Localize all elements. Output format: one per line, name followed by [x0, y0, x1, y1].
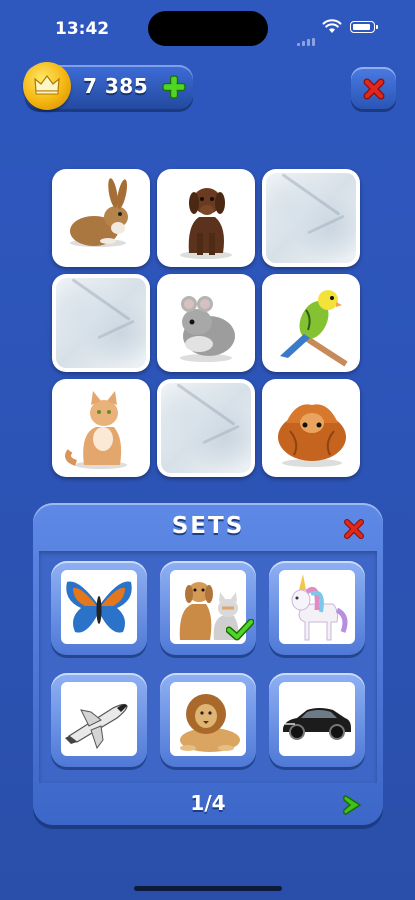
page-indicator: 1/4 — [190, 791, 226, 815]
card-hidden[interactable] — [262, 169, 360, 267]
card-cat[interactable] — [52, 379, 150, 477]
card-chinchilla[interactable] — [157, 274, 255, 372]
close-icon — [363, 78, 385, 100]
butterfly-image — [61, 570, 137, 644]
card-hidden[interactable] — [157, 379, 255, 477]
status-bar: 13:42 — [0, 0, 415, 56]
signal-icon — [297, 27, 319, 46]
cat-image — [56, 383, 146, 473]
card-back — [56, 278, 146, 368]
set-lion[interactable] — [160, 673, 256, 767]
coin-balance: 7 385 — [83, 74, 149, 98]
set-butterfly[interactable] — [51, 561, 147, 655]
wifi-icon — [322, 19, 342, 33]
sports-car-image — [279, 682, 355, 756]
set-sports-car[interactable] — [269, 673, 365, 767]
unicorn-image — [279, 570, 355, 644]
battery-icon — [350, 21, 378, 33]
parakeet-image — [266, 278, 356, 368]
card-hidden[interactable] — [52, 274, 150, 372]
sets-pagination: 1/4 — [33, 785, 383, 823]
checkmark-icon — [226, 619, 254, 641]
crown-coin-icon — [23, 62, 71, 110]
rabbit-image — [56, 173, 146, 263]
sets-grid — [39, 551, 377, 783]
card-back — [161, 383, 251, 473]
home-indicator[interactable] — [134, 886, 282, 891]
sets-panel: SETS 1/4 — [33, 503, 383, 825]
guinea-pig-image — [266, 383, 356, 473]
card-back — [266, 173, 356, 263]
set-space-shuttle[interactable] — [51, 673, 147, 767]
brown-dog-image — [161, 173, 251, 263]
coin-balance-box: 7 385 — [23, 62, 193, 110]
space-shuttle-image — [61, 682, 137, 756]
clock: 13:42 — [55, 19, 110, 39]
plus-icon[interactable] — [161, 74, 187, 100]
set-dog-and-cat[interactable] — [160, 561, 256, 655]
sets-title: SETS — [171, 513, 245, 539]
next-arrow-icon[interactable] — [340, 793, 364, 817]
close-button[interactable] — [351, 67, 396, 109]
memory-board — [52, 169, 364, 481]
close-icon[interactable] — [343, 518, 365, 540]
lion-image — [170, 682, 246, 756]
dynamic-island — [148, 11, 268, 46]
chinchilla-image — [161, 278, 251, 368]
card-dog[interactable] — [157, 169, 255, 267]
card-parakeet[interactable] — [262, 274, 360, 372]
card-guinea-pig[interactable] — [262, 379, 360, 477]
card-rabbit[interactable] — [52, 169, 150, 267]
set-unicorn[interactable] — [269, 561, 365, 655]
